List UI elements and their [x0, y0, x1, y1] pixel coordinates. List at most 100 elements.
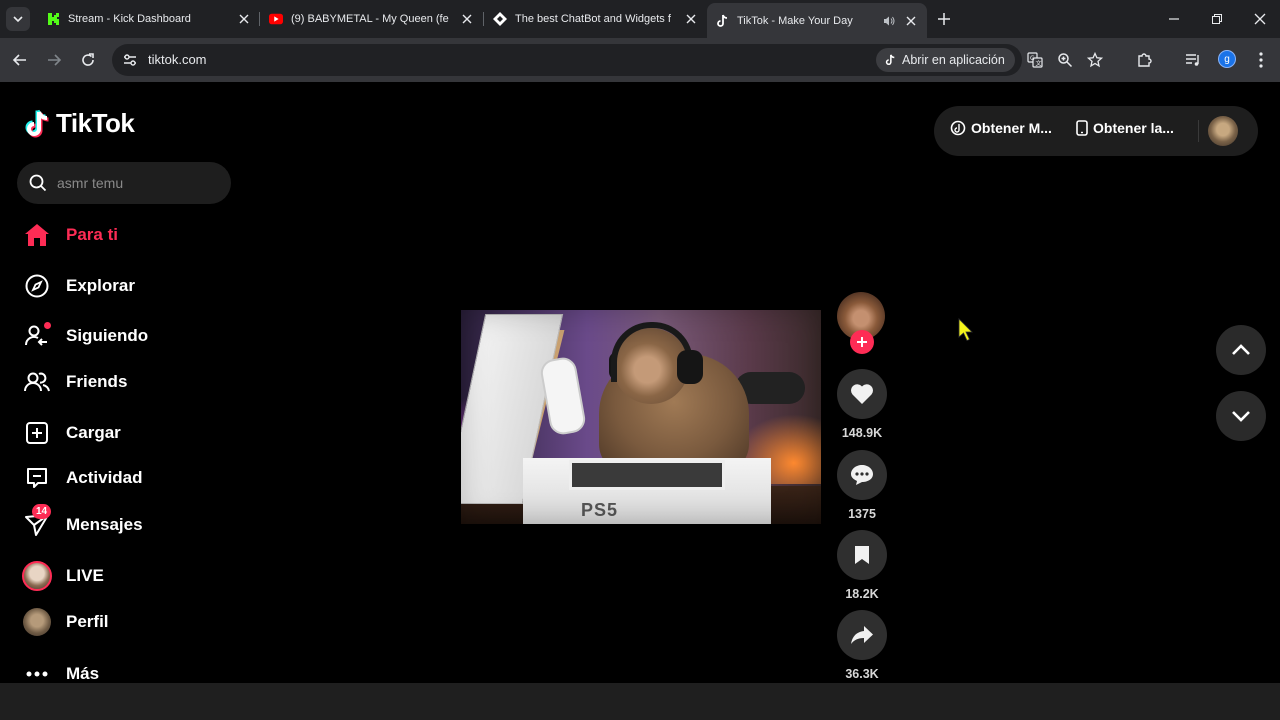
nav-actividad[interactable]: Actividad [22, 461, 143, 495]
nav-cargar[interactable]: Cargar [22, 416, 121, 450]
close-icon[interactable] [903, 13, 919, 29]
controller-image [538, 355, 588, 437]
tab-youtube[interactable]: (9) BABYMETAL - My Queen (fe [261, 4, 483, 34]
save-count: 18.2K [845, 587, 879, 601]
phone-icon [1076, 120, 1088, 136]
notification-dot [44, 322, 51, 329]
star-icon[interactable] [1087, 52, 1103, 68]
upload-plus-icon [22, 418, 52, 448]
reload-button[interactable] [76, 48, 100, 72]
close-icon[interactable] [683, 11, 699, 27]
share-button[interactable] [837, 610, 887, 660]
close-window-button[interactable] [1250, 9, 1270, 29]
restore-icon [1212, 14, 1222, 24]
compass-icon [22, 271, 52, 301]
user-avatar[interactable] [1208, 116, 1238, 146]
nav-perfil[interactable]: Perfil [22, 605, 109, 639]
comment-button[interactable] [837, 450, 887, 500]
reload-icon [82, 53, 94, 66]
restore-button[interactable] [1207, 9, 1227, 29]
mouse-cursor-icon [958, 318, 973, 342]
nav-label: Perfil [66, 612, 109, 631]
save-button[interactable] [837, 530, 887, 580]
close-icon[interactable] [459, 11, 475, 27]
browser-menu-button[interactable] [1251, 50, 1271, 70]
browser-toolbar: tiktok.com Abrir en aplicación G文 [0, 38, 1280, 82]
tab-kick[interactable]: Stream - Kick Dashboard [38, 4, 260, 34]
search-input[interactable] [57, 162, 217, 204]
get-app-button[interactable]: Obtener la... [1076, 120, 1174, 136]
nav-siguiendo[interactable]: Siguiendo [22, 319, 148, 353]
open-in-app-label: Abrir en aplicación [902, 53, 1005, 67]
follow-button[interactable] [850, 330, 874, 354]
nav-friends[interactable]: Friends [22, 365, 127, 399]
previous-video-button[interactable] [1216, 325, 1266, 375]
nav-label: Explorar [66, 276, 135, 295]
search-box[interactable] [17, 162, 231, 204]
comment-icon [851, 465, 873, 485]
tab-separator [259, 12, 260, 26]
tiktok-icon [885, 54, 895, 66]
nav-para-ti[interactable]: Para ti [22, 218, 118, 252]
get-app-label: Obtener la... [1093, 120, 1174, 136]
get-coins-label: Obtener M... [971, 120, 1052, 136]
share-icon [851, 626, 873, 644]
nav-label: Más [66, 664, 100, 683]
plus-icon [857, 337, 867, 347]
next-video-button[interactable] [1216, 391, 1266, 441]
chevron-down-icon [1232, 411, 1250, 422]
new-tab-button[interactable] [934, 9, 954, 29]
logo-text: TikTok [56, 108, 135, 138]
extensions-button[interactable] [1134, 50, 1154, 70]
like-button[interactable] [837, 369, 887, 419]
url-text: tiktok.com [148, 52, 207, 67]
tab-title: (9) BABYMETAL - My Queen (fe [291, 13, 449, 25]
nav-label: Mensajes [66, 515, 143, 534]
svg-text:G: G [1030, 55, 1035, 62]
nav-live[interactable]: LIVE [22, 559, 104, 593]
tiktok-note-icon [25, 109, 49, 137]
forward-button[interactable] [42, 48, 66, 72]
tiktok-logo[interactable]: TikTok [24, 108, 135, 139]
nav-mensajes[interactable]: 14 Mensajes [22, 504, 143, 542]
diamond-icon [493, 12, 507, 26]
arrow-right-icon [48, 54, 62, 66]
bookmark-icon [855, 546, 869, 564]
site-settings-icon[interactable] [122, 52, 138, 68]
close-icon[interactable] [236, 11, 252, 27]
media-controls-button[interactable] [1183, 50, 1203, 70]
live-avatar [22, 561, 52, 591]
more-horizontal-icon [22, 659, 52, 683]
translate-icon[interactable]: G文 [1027, 52, 1043, 68]
tab-separator [483, 12, 484, 26]
screen: Stream - Kick Dashboard (9) BABYMETAL - … [0, 0, 1280, 720]
speaker-icon[interactable] [881, 13, 897, 29]
get-coins-button[interactable]: Obtener M... [950, 120, 1052, 136]
open-in-app-button[interactable]: Abrir en aplicación [876, 48, 1015, 72]
zoom-icon[interactable] [1057, 52, 1073, 68]
heart-icon [851, 384, 873, 404]
chevron-down-icon [13, 16, 23, 23]
tab-tiktok[interactable]: TikTok - Make Your Day [707, 3, 927, 38]
nav-mas[interactable]: Más [22, 657, 99, 683]
divider [1198, 120, 1199, 142]
queue-music-icon [1186, 54, 1199, 66]
tab-chatbot[interactable]: The best ChatBot and Widgets f [485, 4, 707, 34]
home-icon [22, 220, 52, 250]
close-icon [1254, 13, 1266, 25]
address-bar[interactable]: tiktok.com Abrir en aplicación G文 [112, 44, 1103, 76]
video-player[interactable]: PS5 [461, 310, 821, 524]
share-count: 36.3K [845, 667, 879, 681]
nav-label: Friends [66, 372, 128, 391]
tab-search-button[interactable] [6, 7, 30, 31]
nav-explorar[interactable]: Explorar [22, 269, 135, 303]
chevron-up-icon [1232, 344, 1250, 355]
following-icon [22, 321, 52, 351]
kick-icon [46, 12, 60, 26]
search-icon [29, 174, 47, 192]
minimize-button[interactable] [1164, 9, 1184, 29]
profile-avatar [22, 607, 52, 637]
browser-tab-bar: Stream - Kick Dashboard (9) BABYMETAL - … [0, 0, 1280, 38]
back-button[interactable] [8, 48, 32, 72]
profile-avatar[interactable]: g [1218, 50, 1236, 68]
